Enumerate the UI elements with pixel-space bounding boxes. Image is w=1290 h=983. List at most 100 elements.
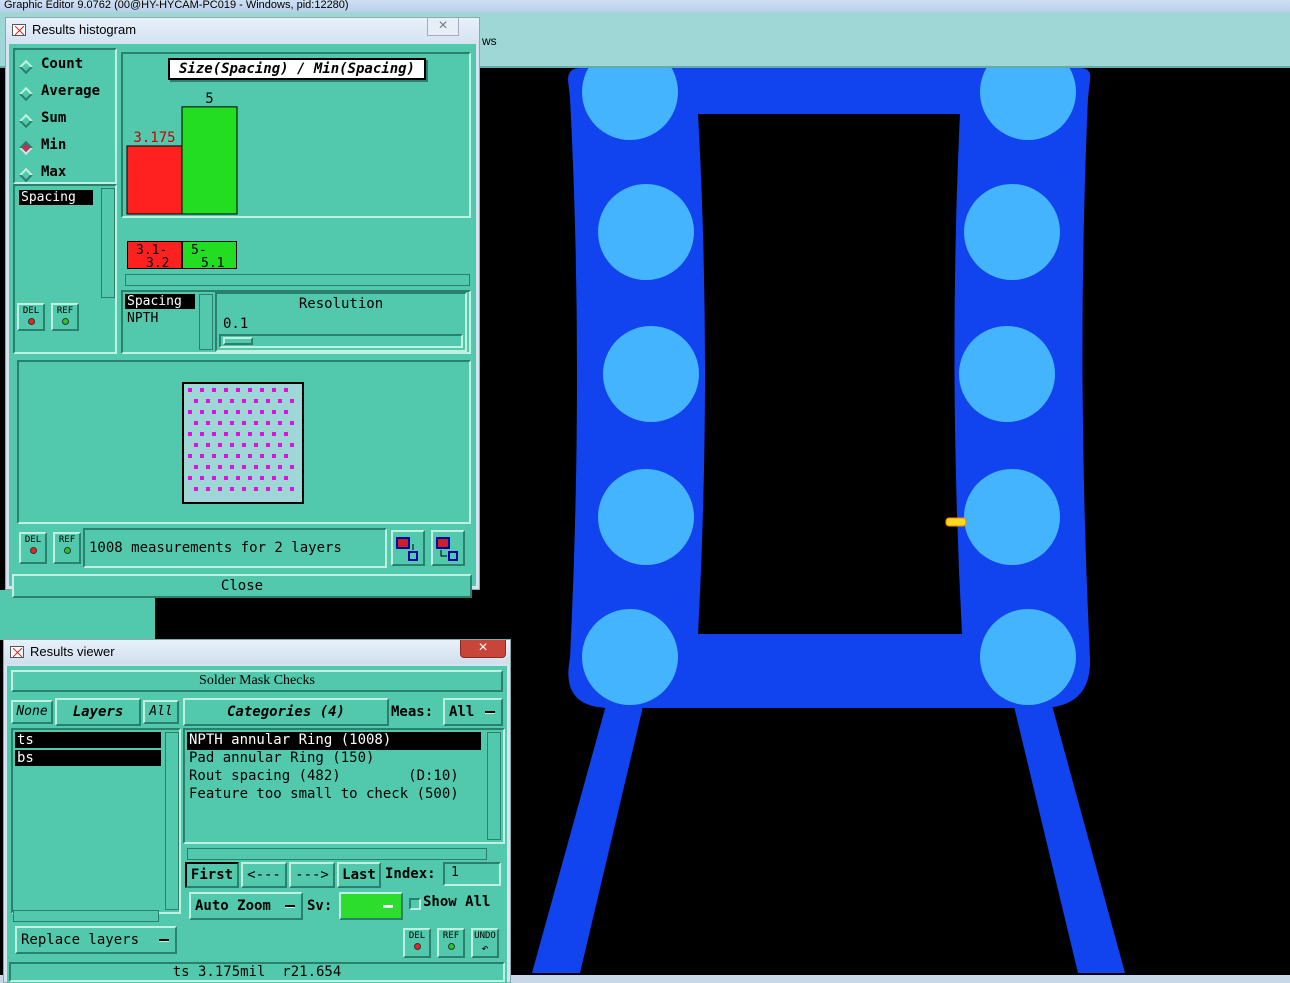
- radio-sum[interactable]: [18, 113, 34, 129]
- next-button[interactable]: --->: [289, 862, 335, 888]
- category-item[interactable]: Rout spacing (482) (D:10): [187, 768, 481, 786]
- radio-min-label[interactable]: Min: [41, 137, 66, 153]
- undo-button[interactable]: UNDO ↶: [471, 928, 499, 958]
- categories-scrollbar[interactable]: [487, 732, 501, 840]
- resolution-panel: Resolution 0.1: [215, 292, 467, 352]
- layers-button[interactable]: Layers: [55, 698, 141, 726]
- bin-list-item[interactable]: Spacing: [125, 294, 195, 309]
- ref-button[interactable]: REF: [51, 303, 79, 331]
- preview-dot: [260, 454, 264, 458]
- category-item[interactable]: Feature too small to check (500): [187, 786, 481, 804]
- preview-dot: [254, 421, 258, 425]
- preview-dot: [206, 487, 210, 491]
- preview-dot: [200, 476, 204, 480]
- bar-3.1-3.2[interactable]: [126, 145, 183, 215]
- auto-zoom-dropdown[interactable]: Auto Zoom: [189, 892, 303, 920]
- last-button[interactable]: Last: [337, 862, 381, 888]
- del-button-2[interactable]: DEL: [19, 532, 47, 564]
- close-icon[interactable]: ×: [427, 18, 459, 36]
- replace-layers-label: Replace layers: [21, 932, 140, 948]
- layers-hscrollbar[interactable]: [13, 910, 159, 922]
- replace-layers-dropdown[interactable]: Replace layers: [15, 926, 177, 954]
- categories-hscrollbar[interactable]: [187, 848, 487, 860]
- category-label-line: 5.1: [201, 256, 225, 271]
- radio-count-label[interactable]: Count: [41, 56, 83, 72]
- viewer-title: Results viewer: [30, 644, 115, 659]
- bar-5-5.1[interactable]: [181, 106, 238, 215]
- resolution-slider[interactable]: [219, 334, 463, 348]
- resolution-slider-thumb[interactable]: [223, 337, 253, 345]
- radio-average[interactable]: [18, 86, 34, 102]
- index-input[interactable]: 1: [443, 862, 501, 886]
- preview-panel: [17, 360, 471, 524]
- pad: [603, 326, 699, 422]
- preview-dot: [188, 454, 192, 458]
- preview-dot: [266, 465, 270, 469]
- layer-item-ts[interactable]: ts: [15, 732, 161, 748]
- bin-list-item[interactable]: NPTH: [125, 311, 195, 326]
- import-chart-icon[interactable]: [431, 530, 465, 566]
- sv-color-dropdown[interactable]: [339, 892, 403, 920]
- preview-dot: [230, 465, 234, 469]
- graphic-canvas[interactable]: [480, 44, 1290, 975]
- layers-scrollbar[interactable]: [165, 732, 179, 910]
- layer-item-bs[interactable]: bs: [15, 750, 161, 766]
- preview-dot: [290, 421, 294, 425]
- show-all-label[interactable]: Show All: [423, 894, 490, 910]
- bin-list[interactable]: Spacing NPTH: [125, 294, 195, 350]
- first-button[interactable]: First: [185, 862, 239, 888]
- categories-button[interactable]: Categories (4): [183, 698, 389, 726]
- preview-dot: [248, 388, 252, 392]
- radio-average-label[interactable]: Average: [41, 83, 100, 99]
- chart-panel: Size(Spacing) / Min(Spacing) 3.175 5: [121, 52, 471, 218]
- layers-none-button[interactable]: None: [11, 700, 53, 724]
- radio-max[interactable]: [18, 167, 34, 183]
- close-icon[interactable]: ×: [460, 640, 506, 658]
- export-chart-icon[interactable]: [391, 530, 425, 566]
- del-button-3[interactable]: DEL: [403, 928, 431, 958]
- preview-dot: [218, 443, 222, 447]
- preview-dot: [254, 443, 258, 447]
- preview-thumbnail[interactable]: [182, 382, 304, 504]
- del-button[interactable]: DEL: [17, 303, 45, 331]
- histogram-chart[interactable]: 3.175 5: [123, 54, 469, 216]
- category-item[interactable]: Pad annular Ring (150): [187, 750, 481, 768]
- close-button[interactable]: Close: [12, 574, 472, 598]
- ref-button-3[interactable]: REF: [437, 928, 465, 958]
- layers-all-button[interactable]: All: [143, 700, 179, 724]
- show-all-checkbox[interactable]: [409, 898, 421, 910]
- bar-value-label: 3.175: [133, 130, 175, 146]
- category-label-5-5.1[interactable]: 5- 5.1: [182, 241, 237, 271]
- preview-dot: [188, 432, 192, 436]
- preview-dot: [248, 476, 252, 480]
- preview-dot: [206, 465, 210, 469]
- chart-hscrollbar[interactable]: [125, 274, 470, 286]
- preview-dot: [194, 465, 198, 469]
- measure-list-item[interactable]: Spacing: [19, 190, 93, 205]
- preview-dot: [212, 388, 216, 392]
- sv-label: Sv:: [307, 898, 333, 914]
- preview-dot: [224, 454, 228, 458]
- preview-dot: [266, 443, 270, 447]
- menu-fragment[interactable]: ws: [482, 34, 497, 48]
- preview-dot: [200, 388, 204, 392]
- radio-sum-label[interactable]: Sum: [41, 110, 66, 126]
- pad: [598, 469, 694, 565]
- category-item[interactable]: NPTH annular Ring (1008): [187, 732, 481, 750]
- category-label-3.1-3.2[interactable]: 3.1- 3.2: [127, 241, 182, 270]
- measure-list-scrollbar[interactable]: [101, 188, 115, 298]
- radio-min[interactable]: [18, 140, 34, 156]
- preview-dot: [200, 432, 204, 436]
- ref-button-2[interactable]: REF: [53, 532, 81, 564]
- dropdown-arrow-icon: [383, 905, 393, 908]
- viewer-title-bar: Results viewer ×: [4, 640, 510, 664]
- bin-list-scrollbar[interactable]: [199, 294, 213, 350]
- measure-list[interactable]: Spacing: [17, 188, 99, 298]
- preview-dot: [248, 454, 252, 458]
- prev-button[interactable]: <---: [241, 862, 287, 888]
- preview-dot: [218, 487, 222, 491]
- meas-dropdown[interactable]: All: [443, 698, 503, 726]
- radio-max-label[interactable]: Max: [41, 164, 66, 180]
- categories-list[interactable]: NPTH annular Ring (1008) Pad annular Ring…: [187, 732, 481, 804]
- radio-count[interactable]: [18, 59, 34, 75]
